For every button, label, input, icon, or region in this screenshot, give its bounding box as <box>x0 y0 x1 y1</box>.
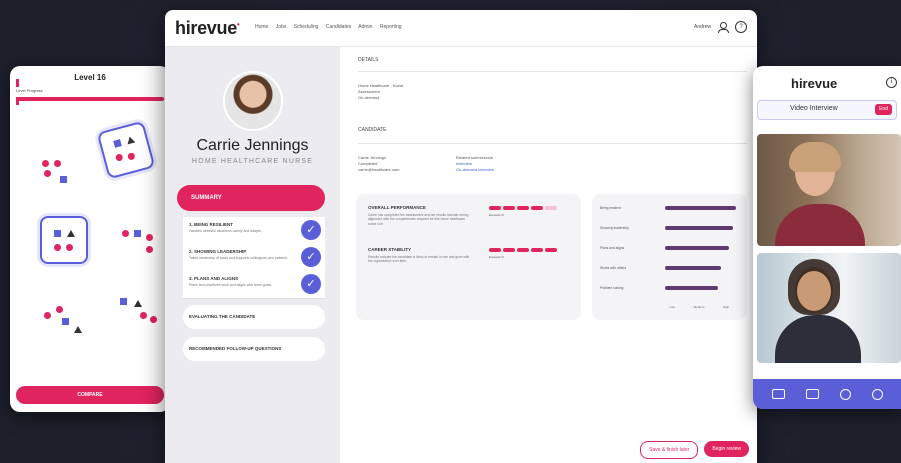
competency-bar-chart: Being resilient Showing leadership Plans a… <box>592 194 747 320</box>
puzzle-tile[interactable] <box>32 146 76 190</box>
level-title: Level 16 <box>74 73 106 82</box>
nav-candidates[interactable]: Candidates <box>326 24 351 30</box>
end-call-button[interactable]: End <box>875 104 892 115</box>
related-ondemand-link[interactable]: On-demand interview <box>456 167 494 173</box>
save-finish-later-button[interactable]: Save & finish later <box>640 441 699 459</box>
scale-label: Low <box>669 305 675 309</box>
participant-video-1[interactable] <box>757 134 901 246</box>
candidate-details: Carrie Jennings Completed carrie@healthcar… <box>358 155 400 172</box>
career-stability-title: CAREER STABILITY <box>368 247 412 252</box>
nav-links: Home Jobs Scheduling Candidates Admin Re… <box>255 24 408 30</box>
top-nav: hirevue• Home Jobs Scheduling Candidates… <box>165 10 757 47</box>
candidate-role: HOME HEALTHCARE NURSE <box>191 158 314 165</box>
info-icon[interactable]: i <box>886 77 897 88</box>
candidate-sidebar: Carrie Jennings HOME HEALTHCARE NURSE SU… <box>165 47 340 463</box>
hirevue-logo: hirevue <box>791 76 838 91</box>
summary-tab[interactable]: SUMMARY <box>177 185 325 211</box>
puzzle-tile[interactable] <box>40 296 84 340</box>
details-heading: DETAILS <box>358 57 379 63</box>
career-stability-desc: Results indicate the candidate is likely… <box>368 255 470 264</box>
check-icon: ✓ <box>301 247 321 267</box>
bar <box>665 205 737 210</box>
video-interview-title: Video Interview <box>790 105 838 112</box>
screen-share-icon[interactable] <box>805 389 819 399</box>
compare-button[interactable]: COMPARE <box>16 386 164 404</box>
video-toolbar <box>753 379 901 409</box>
puzzle-tile-selected[interactable] <box>40 216 88 264</box>
level-progress-label: Level Progress <box>16 88 43 93</box>
evaluating-candidate-item[interactable]: EVALUATING THE CANDIDATE <box>183 305 325 329</box>
user-name[interactable]: Andrew <box>694 24 711 30</box>
bar <box>665 285 718 290</box>
level-progress-bar <box>16 97 164 101</box>
leave-call-icon[interactable] <box>871 388 883 400</box>
puzzle-tile[interactable] <box>116 216 160 260</box>
bar-label: Plans and aligns <box>600 246 625 250</box>
main-content: DETAILS Home Healthcare - Nurse Assessmen… <box>340 47 757 463</box>
related-submissions: Related submissions Interview On-demand … <box>456 155 495 173</box>
nav-home[interactable]: Home <box>255 24 268 30</box>
overall-performance-title: OVERALL PERFORMANCE <box>368 205 426 210</box>
follow-up-questions-item[interactable]: RECOMMENDED FOLLOW-UP QUESTIONS <box>183 337 325 361</box>
video-interview-panel: hirevue i Video Interview End <box>753 66 901 409</box>
candidate-review-window: hirevue• Home Jobs Scheduling Candidates… <box>165 10 757 463</box>
bar-label: Showing leadership <box>600 226 629 230</box>
candidate-avatar <box>223 71 283 131</box>
bar-label: Works with others <box>600 266 627 270</box>
overall-performance-desc: Carrie has completed the assessment and … <box>368 213 469 226</box>
bar <box>665 225 733 230</box>
begin-review-button[interactable]: Begin review <box>704 441 749 457</box>
nav-jobs[interactable]: Jobs <box>276 24 287 30</box>
settings-icon[interactable] <box>839 388 851 400</box>
bar-label: Problem solving <box>600 286 624 290</box>
competency-item[interactable]: 2. SHOWING LEADERSHIP Takes ownership of… <box>183 244 325 272</box>
check-icon: ✓ <box>301 220 321 240</box>
hirevue-logo[interactable]: hirevue• <box>175 18 240 39</box>
performance-card: OVERALL PERFORMANCE Carrie has completed… <box>356 194 581 320</box>
scale-label: High <box>722 305 730 309</box>
puzzle-tile-selected[interactable] <box>96 120 156 180</box>
nav-scheduling[interactable]: Scheduling <box>294 24 319 30</box>
scale-label: Medium <box>693 305 705 309</box>
participant-video-2[interactable] <box>757 253 901 363</box>
puzzle-tile[interactable] <box>114 288 158 332</box>
check-icon: ✓ <box>301 274 321 294</box>
video-interview-bar: Video Interview End <box>757 100 897 120</box>
overall-performance-level: Exceeds fit <box>489 213 504 217</box>
career-stability-level: Exceeds fit <box>489 255 504 259</box>
bar <box>665 245 729 250</box>
competency-item[interactable]: 1. BEING RESILIENT Handles stressful sit… <box>183 217 325 245</box>
bar <box>665 265 722 270</box>
bar-label: Being resilient <box>600 206 621 210</box>
nav-reporting[interactable]: Reporting <box>380 24 402 30</box>
game-assessment-panel: Level 16 Level Progress COMPARE <box>10 66 170 412</box>
nav-admin[interactable]: Admin <box>358 24 372 30</box>
candidate-name: Carrie Jennings <box>196 137 309 154</box>
user-icon[interactable] <box>718 21 729 33</box>
career-stability-meter <box>489 248 557 252</box>
job-details: Home Healthcare - Nurse Assessment On-dema… <box>358 83 404 100</box>
help-icon[interactable]: ? <box>735 21 747 33</box>
competency-item[interactable]: 3. PLANS AND ALIGNS Plans and prioritize… <box>183 271 325 299</box>
candidate-heading: CANDIDATE <box>358 127 387 133</box>
overall-performance-meter <box>489 206 557 210</box>
camera-icon[interactable] <box>771 389 785 399</box>
